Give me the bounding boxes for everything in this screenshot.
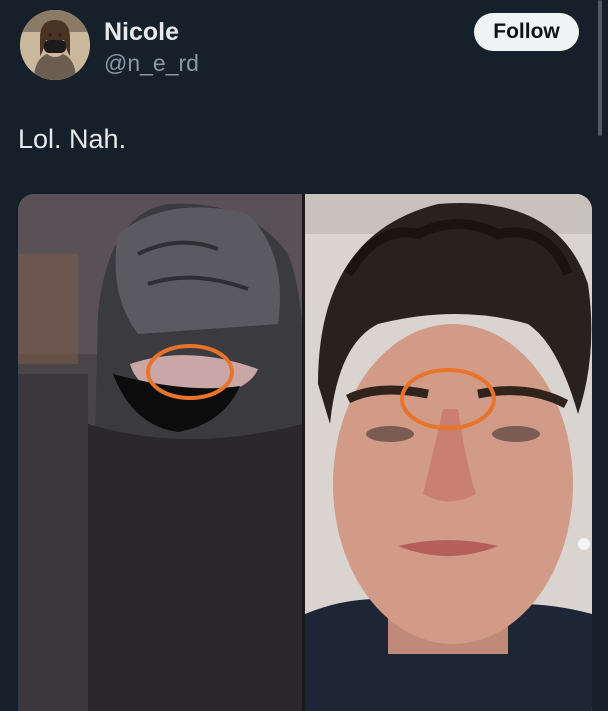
man-selfie-photo <box>305 194 592 711</box>
follow-button[interactable]: Follow <box>474 13 579 51</box>
profile-photo-icon <box>20 10 90 80</box>
tweet-text: Lol. Nah. <box>18 124 127 154</box>
masked-person-photo <box>18 194 304 711</box>
author-handle[interactable]: @n_e_rd <box>104 50 199 77</box>
scrollbar[interactable] <box>598 0 602 136</box>
author-avatar[interactable] <box>20 10 90 80</box>
author-display-name[interactable]: Nicole <box>104 18 179 47</box>
tweet-card: Nicole @n_e_rd Follow Lol. Nah. <box>0 0 608 711</box>
tweet-media[interactable] <box>18 194 592 711</box>
